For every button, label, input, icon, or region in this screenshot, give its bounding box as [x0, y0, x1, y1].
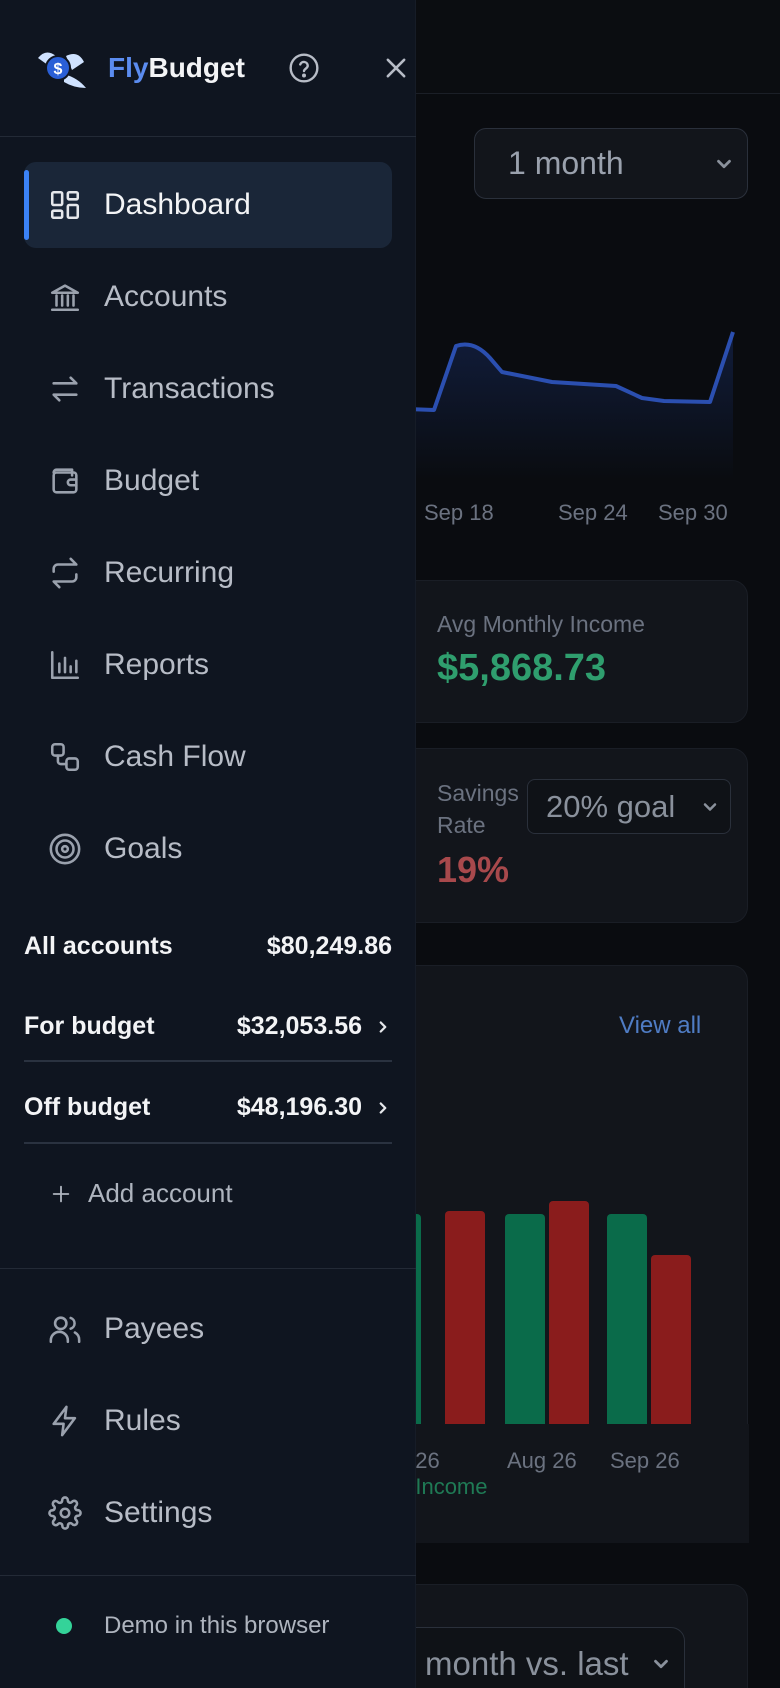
account-group-amount-text: $32,053.56	[236, 1012, 362, 1040]
x-tick-label: Sep 18	[424, 500, 494, 525]
bar-chart-icon	[50, 650, 80, 680]
users-icon	[49, 1316, 81, 1344]
account-group-amount: $48,196.30	[237, 1093, 392, 1122]
sidebar-item-label: Payees	[104, 1312, 205, 1345]
for-budget-row[interactable]: For budget $32,053.56	[24, 1012, 392, 1041]
sidebar-item-label: Dashboard	[104, 188, 251, 221]
account-divider	[24, 1142, 392, 1144]
sidebar-item-rules[interactable]: Rules	[24, 1378, 392, 1464]
comparison-select-value: is month vs. last	[392, 1645, 629, 1682]
off-budget-row[interactable]: Off budget $48,196.30	[24, 1093, 392, 1122]
period-select[interactable]: 1 month	[474, 128, 748, 199]
comparison-card: is month vs. last	[351, 1584, 748, 1688]
sidebar-item-goals[interactable]: Goals	[24, 806, 392, 892]
savings-card-value: 19%	[437, 849, 510, 890]
sidebar-item-payees[interactable]: Payees	[24, 1286, 392, 1372]
income-card-value: $5,868.73	[437, 647, 607, 689]
wallet-icon	[52, 468, 78, 494]
close-icon[interactable]	[382, 52, 410, 84]
sidebar-item-accounts[interactable]: Accounts	[24, 254, 392, 340]
target-icon	[49, 833, 81, 865]
bar-tick-label: Sep 26	[610, 1448, 680, 1473]
sidebar-item-label: Budget	[104, 464, 200, 497]
divider	[0, 136, 416, 137]
plus-icon	[52, 1185, 70, 1202]
svg-text:$: $	[54, 61, 63, 78]
view-all-link[interactable]: View all	[619, 1012, 701, 1040]
x-tick-label: Sep 24	[558, 500, 628, 525]
sidebar-item-transactions[interactable]: Transactions	[24, 346, 392, 432]
sidebar-item-recurring[interactable]: Recurring	[24, 530, 392, 616]
lightning-icon	[52, 1405, 77, 1437]
dashboard-icon	[50, 190, 80, 220]
add-account-button[interactable]: Add account	[50, 1178, 233, 1209]
chevron-right-icon	[379, 1101, 387, 1114]
app-viewport: 1 month Sep 18 Sep 24 Sep 30 Avg Monthly…	[0, 0, 780, 1688]
income-card-label: Avg Monthly Income	[437, 611, 645, 637]
account-group-name: Off budget	[24, 1093, 151, 1121]
sidebar-item-settings[interactable]: Settings	[24, 1470, 392, 1556]
chevron-down-icon	[703, 802, 717, 811]
sidebar-item-budget[interactable]: Budget	[24, 438, 392, 524]
chevron-down-icon	[717, 159, 731, 168]
all-accounts-row[interactable]: All accounts $80,249.86	[24, 932, 392, 961]
savings-card: Savings Rate 19% 20% goal	[380, 748, 748, 923]
goal-select-value: 20% goal	[546, 788, 676, 824]
demo-status: Demo in this browser	[56, 1612, 329, 1640]
chevron-down-icon	[654, 1659, 668, 1669]
sidebar-item-label: Goals	[104, 832, 183, 865]
brand-name-budget: Budget	[148, 52, 245, 83]
repeat-icon	[52, 557, 78, 589]
chevron-right-icon	[379, 1020, 387, 1033]
sidebar-item-label: Reports	[104, 648, 210, 681]
sidebar-item-label: Settings	[104, 1496, 213, 1529]
account-divider	[24, 1060, 392, 1062]
x-tick-label: Sep 30	[658, 500, 728, 525]
bank-icon	[50, 284, 80, 312]
flybudget-logo-icon: $	[38, 52, 86, 88]
sidebar-item-label: Recurring	[104, 556, 235, 589]
help-icon[interactable]	[288, 52, 320, 84]
divider	[0, 1268, 416, 1269]
account-group-name: For budget	[24, 1012, 155, 1040]
arrows-exchange-icon	[52, 376, 78, 402]
sidebar-item-dashboard[interactable]: Dashboard	[24, 162, 392, 248]
sidebar-item-label: Transactions	[104, 372, 275, 405]
add-account-label: Add account	[88, 1178, 233, 1208]
gear-icon	[48, 1496, 82, 1530]
income-expense-card: View all ) Jul 26 Aug 26 Sep 26 n Income	[380, 965, 749, 1543]
bar-tick-label: Aug 26	[507, 1448, 577, 1473]
sidebar-item-label: Accounts	[104, 280, 228, 313]
flow-icon	[50, 742, 80, 772]
account-group-amount-text: $48,196.30	[236, 1093, 362, 1121]
account-group-amount-text: $80,249.86	[266, 932, 392, 960]
brand-name-fly: Fly	[108, 52, 149, 83]
sidebar-item-label: Cash Flow	[104, 740, 246, 773]
sidebar-item-reports[interactable]: Reports	[24, 622, 392, 708]
chart-area	[380, 332, 733, 480]
brand[interactable]: $ FlyBudget	[34, 40, 245, 96]
sidebar-drawer: $ FlyBudget Dashboard Accounts Transacti…	[0, 0, 416, 1688]
demo-status-text: Demo in this browser	[104, 1612, 330, 1639]
status-dot-icon	[56, 1618, 72, 1634]
sidebar-item-label: Rules	[104, 1404, 181, 1437]
period-select-value: 1 month	[508, 145, 624, 181]
account-group-amount: $32,053.56	[237, 1012, 392, 1041]
account-group-name: All accounts	[24, 932, 173, 960]
brand-name: FlyBudget	[108, 52, 245, 84]
income-card: Avg Monthly Income $5,868.73	[380, 580, 748, 723]
divider	[0, 1575, 416, 1576]
sidebar-item-cash-flow[interactable]: Cash Flow	[24, 714, 392, 800]
goal-select[interactable]: 20% goal	[527, 779, 731, 834]
account-group-amount: $80,249.86	[267, 932, 392, 961]
